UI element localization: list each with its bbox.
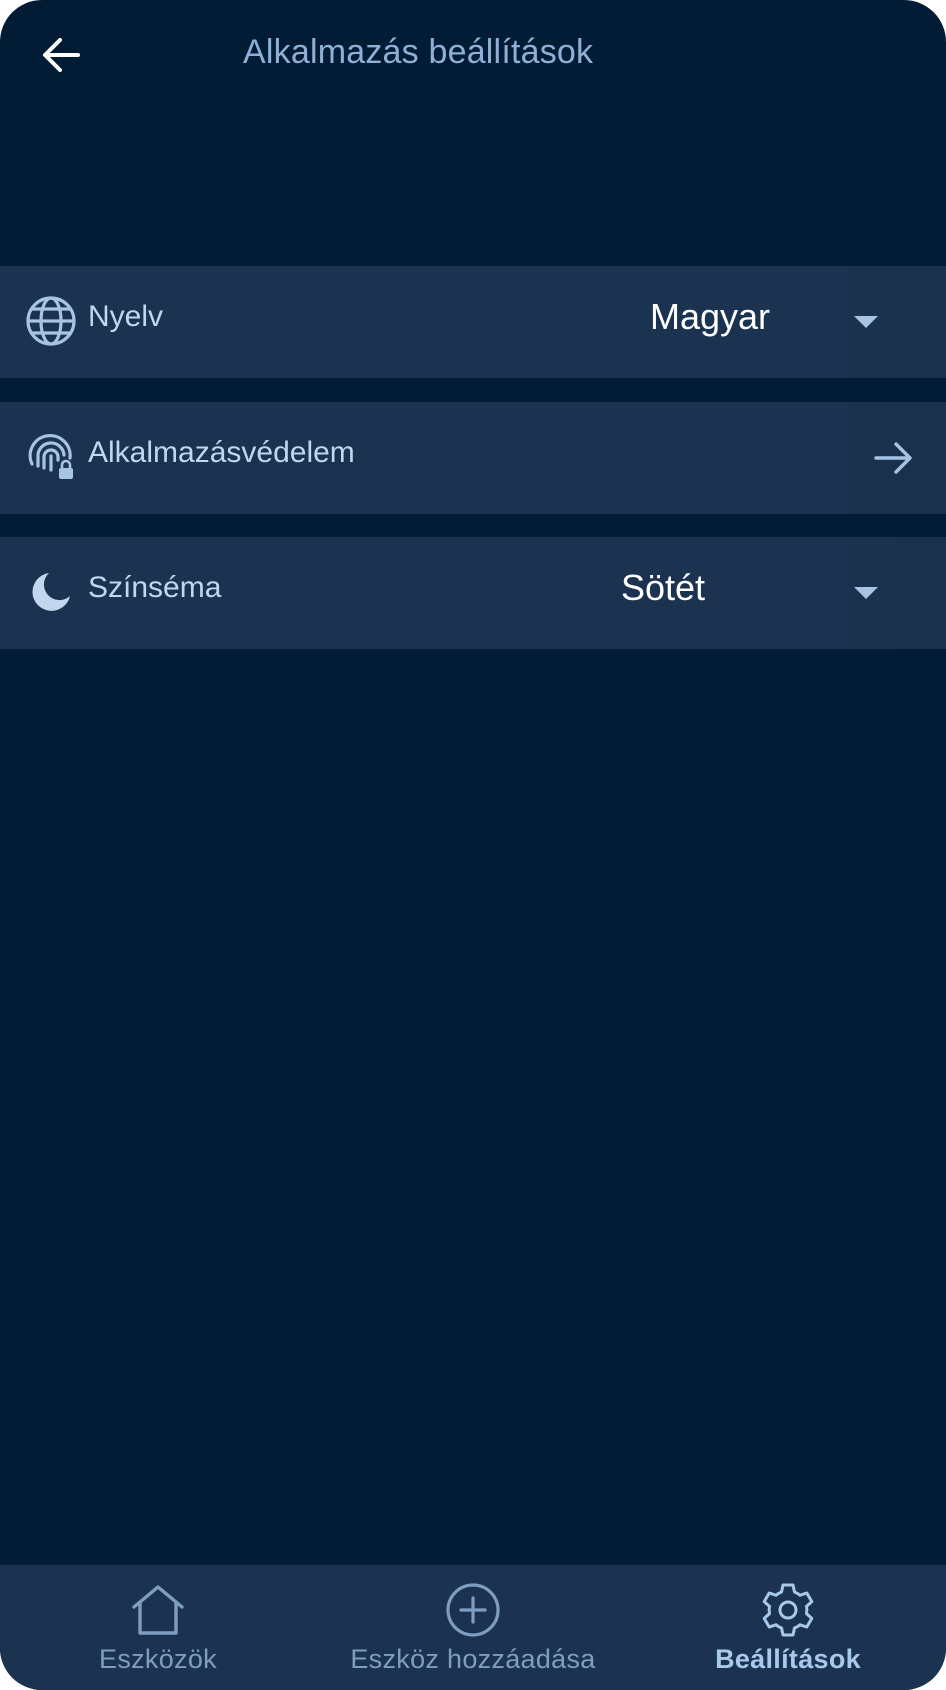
chevron-down-icon[interactable] [854, 587, 878, 599]
language-setting-row[interactable]: Nyelv Magyar [0, 266, 946, 378]
chevron-down-icon[interactable] [854, 316, 878, 328]
theme-setting-row[interactable]: Színséma Sötét [0, 537, 946, 649]
globe-icon [24, 294, 78, 348]
back-button[interactable] [36, 30, 86, 80]
nav-item-settings[interactable]: Beállítások [688, 1565, 888, 1690]
arrow-right-icon[interactable] [872, 436, 916, 480]
arrow-left-icon [43, 38, 80, 72]
nav-label-settings: Beállítások [715, 1644, 861, 1674]
app-protection-row[interactable]: Alkalmazásvédelem [0, 402, 946, 514]
home-icon [128, 1582, 188, 1638]
app-protection-label: Alkalmazásvédelem [88, 436, 355, 469]
app-screen: Alkalmazás beállítások Nyelv Magyar Alka… [0, 0, 946, 1690]
page-title: Alkalmazás beállítások [243, 33, 594, 71]
nav-item-add-device[interactable]: Eszköz hozzáadása [333, 1565, 613, 1690]
bottom-navigation: Eszközök Eszköz hozzáadása Beállítások [0, 1565, 946, 1690]
gear-icon [758, 1582, 818, 1638]
top-app-bar: Alkalmazás beállítások [0, 0, 946, 110]
fingerprint-lock-icon [24, 430, 78, 484]
theme-dropdown-value[interactable]: Sötét [621, 567, 705, 609]
theme-label: Színséma [88, 571, 222, 604]
nav-label-devices: Eszközök [99, 1644, 217, 1674]
language-label: Nyelv [88, 300, 164, 333]
moon-icon [24, 565, 78, 619]
nav-item-devices[interactable]: Eszközök [58, 1565, 258, 1690]
language-dropdown-value[interactable]: Magyar [650, 296, 770, 338]
nav-label-add-device: Eszköz hozzáadása [350, 1644, 596, 1674]
add-circle-icon [443, 1582, 503, 1638]
